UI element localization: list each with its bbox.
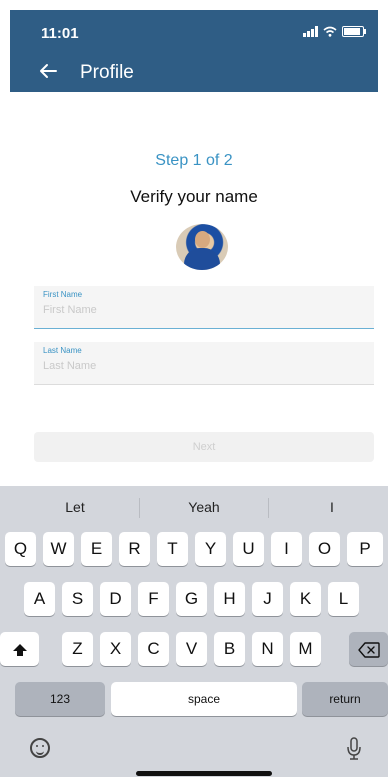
key-s[interactable]: S [62,582,93,616]
home-indicator [136,771,272,776]
suggestion-item[interactable]: Yeah [144,499,264,515]
last-name-input[interactable] [43,360,363,372]
key-r[interactable]: R [119,532,150,566]
next-button[interactable]: Next [34,432,374,462]
microphone-icon[interactable] [346,737,362,761]
key-x[interactable]: X [100,632,131,666]
key-l[interactable]: L [328,582,359,616]
key-c[interactable]: C [138,632,169,666]
key-b[interactable]: B [214,632,245,666]
avatar[interactable] [176,224,228,270]
suggestion-item[interactable]: I [272,499,388,515]
key-h[interactable]: H [214,582,245,616]
first-name-label: First Name [43,290,83,299]
status-icons [303,26,366,37]
key-y[interactable]: Y [195,532,226,566]
key-z[interactable]: Z [62,632,93,666]
key-v[interactable]: V [176,632,207,666]
key-n[interactable]: N [252,632,283,666]
keyboard: Let Yeah I Q W E R T Y U I O P A S D F G… [0,486,388,777]
shift-key[interactable] [0,632,39,666]
return-key[interactable]: return [302,682,388,716]
delete-icon [357,641,380,658]
wifi-icon [323,26,337,37]
back-button[interactable] [39,62,57,83]
key-o[interactable]: O [309,532,340,566]
suggestion-bar: Let Yeah I [0,486,388,528]
first-name-input[interactable] [43,304,363,316]
status-time: 11:01 [41,25,79,42]
key-w[interactable]: W [43,532,74,566]
shift-icon [12,643,27,656]
numbers-key[interactable]: 123 [15,682,105,716]
key-a[interactable]: A [24,582,55,616]
page-title: Profile [80,62,134,83]
app-header: 11:01 Profile [10,10,378,92]
emoji-icon[interactable] [30,738,50,758]
signal-icon [303,26,318,37]
key-i[interactable]: I [271,532,302,566]
space-key[interactable]: space [111,682,297,716]
key-e[interactable]: E [81,532,112,566]
key-d[interactable]: D [100,582,131,616]
key-t[interactable]: T [157,532,188,566]
delete-key[interactable] [349,632,388,666]
battery-icon [342,26,366,37]
key-u[interactable]: U [233,532,264,566]
arrow-left-icon [40,64,57,78]
last-name-field[interactable]: Last Name [34,342,374,385]
key-g[interactable]: G [176,582,207,616]
key-q[interactable]: Q [5,532,36,566]
key-k[interactable]: K [290,582,321,616]
last-name-label: Last Name [43,346,82,355]
suggestion-item[interactable]: Let [15,499,135,515]
key-p[interactable]: P [347,532,383,566]
key-f[interactable]: F [138,582,169,616]
first-name-field[interactable]: First Name [34,286,374,329]
step-indicator: Step 1 of 2 [155,152,233,169]
key-j[interactable]: J [252,582,283,616]
form-heading: Verify your name [130,187,258,206]
key-m[interactable]: M [290,632,321,666]
